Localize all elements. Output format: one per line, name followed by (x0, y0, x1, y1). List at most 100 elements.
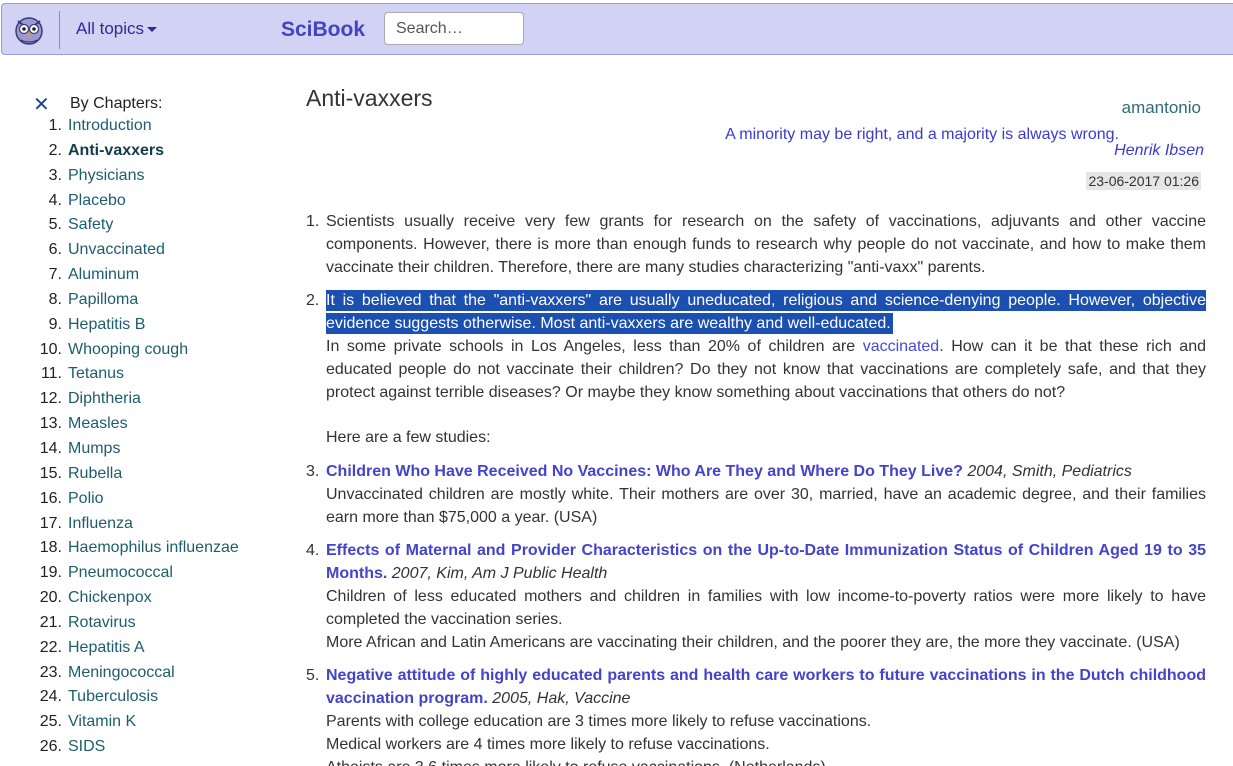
item-text: Scientists usually receive very few gran… (326, 213, 1206, 276)
sidebar-item-vitamin-k[interactable]: 25. Vitamin K (0, 713, 280, 738)
chapter-label[interactable]: Polio (68, 490, 104, 508)
chapter-number: 11. (40, 365, 62, 383)
chapter-number: 21. (39, 613, 62, 631)
study-finding: Atheists are 3.6 times more likely to re… (326, 757, 1206, 766)
chapter-label[interactable]: Diphtheria (68, 390, 141, 408)
chapter-number: 16. (39, 489, 62, 507)
chapter-number: 24. (39, 688, 62, 706)
chapter-number: 7. (48, 266, 62, 284)
chapter-label[interactable]: Measles (68, 415, 128, 433)
item-number: 2. (306, 292, 320, 310)
sidebar-item-diphtheria[interactable]: 12. Diphtheria (0, 390, 280, 415)
item-number: 5. (306, 667, 320, 685)
selected-text: It is believed that the "anti-vaxxers" a… (326, 290, 1206, 335)
item-number: 1. (306, 213, 320, 230)
vaccinated-link[interactable]: vaccinated (863, 338, 940, 355)
chapter-number: 12. (39, 390, 62, 408)
chapters-heading: By Chapters: (70, 95, 163, 112)
sidebar-item-papilloma[interactable]: 8. Papilloma (0, 291, 280, 316)
chapter-label[interactable]: Chickenpox (68, 589, 152, 607)
chapter-label[interactable]: Papilloma (68, 291, 138, 309)
chapter-number: 18. (39, 539, 62, 557)
sidebar-item-hepatitis-b[interactable]: 9. Hepatitis B (0, 316, 280, 341)
chapter-number: 13. (39, 415, 62, 433)
chapter-label[interactable]: Haemophilus influenzae (68, 539, 239, 557)
close-sidebar-icon[interactable]: ✕ (33, 95, 50, 115)
chapter-label[interactable]: SIDS (68, 738, 105, 756)
chapter-label[interactable]: Anti-vaxxers (68, 142, 164, 160)
chapter-label[interactable]: Mumps (68, 440, 120, 458)
chapter-label[interactable]: Whooping cough (68, 341, 188, 359)
sidebar-item-introduction[interactable]: 1. Introduction (0, 117, 280, 142)
chapter-label[interactable]: Pneumococcal (68, 564, 173, 582)
study-finding: Parents with college education are 3 tim… (326, 712, 872, 730)
chapter-label[interactable]: Safety (68, 216, 113, 234)
sidebar-item-hepatitis-a[interactable]: 22. Hepatitis A (0, 639, 280, 664)
sidebar-item-aluminum[interactable]: 7. Aluminum (0, 266, 280, 291)
sidebar-item-polio[interactable]: 16. Polio (0, 490, 280, 515)
sidebar-item-chickenpox[interactable]: 20. Chickenpox (0, 589, 280, 614)
sidebar-item-rotavirus[interactable]: 21. Rotavirus (0, 614, 280, 639)
sidebar-item-physicians[interactable]: 3. Physicians (0, 167, 280, 192)
chapter-label[interactable]: Tuberculosis (68, 688, 158, 706)
chapter-label[interactable]: Tetanus (68, 365, 124, 383)
chapter-label[interactable]: Unvaccinated (68, 241, 165, 259)
sidebar-item-sids[interactable]: 26. SIDS (0, 738, 280, 763)
chapter-number: 17. (39, 514, 62, 532)
item-number: 4. (306, 542, 320, 560)
study-link[interactable]: Negative attitude of highly educated par… (326, 667, 1206, 707)
sidebar-item-meningococcal[interactable]: 23. Meningococcal (0, 664, 280, 689)
owl-logo-icon[interactable] (12, 13, 46, 47)
sidebar-item-tetanus[interactable]: 11. Tetanus (0, 365, 280, 390)
sidebar-item-unvaccinated[interactable]: 6. Unvaccinated (0, 241, 280, 266)
study-citation: 2007, Kim, Am J Public Health (391, 565, 608, 583)
search-input[interactable] (384, 12, 524, 45)
chapter-label[interactable]: Rubella (68, 465, 122, 483)
study-finding: More African and Latin Americans are vac… (326, 633, 1180, 651)
chapter-label[interactable]: Introduction (68, 117, 152, 135)
chapter-number: 26. (39, 738, 62, 756)
study-link[interactable]: Children Who Have Received No Vaccines: … (326, 463, 963, 480)
article-body: 1. Scientists usually receive very few g… (306, 211, 1206, 766)
chapter-number: 15. (39, 464, 62, 482)
chapter-label[interactable]: Hepatitis A (68, 639, 144, 657)
chapter-label[interactable]: Hepatitis B (68, 316, 145, 334)
navbar-divider (59, 11, 60, 49)
chapter-label[interactable]: Meningococcal (68, 664, 175, 682)
sidebar-item-whooping-cough[interactable]: 10. Whooping cough (0, 341, 280, 366)
chapter-number: 20. (39, 589, 62, 607)
study-finding: Unvaccinated children are mostly white. … (326, 485, 1206, 526)
sidebar-item-anti-vaxxers[interactable]: 2. Anti-vaxxers (0, 142, 280, 167)
sidebar-item-influenza[interactable]: 17. Influenza (0, 515, 280, 540)
brand-title[interactable]: SciBook (281, 18, 365, 42)
chapter-label[interactable]: Rotavirus (68, 614, 136, 632)
sidebar-item-placebo[interactable]: 4. Placebo (0, 192, 280, 217)
author-link[interactable]: amantonio (1122, 98, 1201, 118)
chapter-list: 1. Introduction 2. Anti-vaxxers 3. Physicians… (0, 117, 280, 763)
sidebar-item-safety[interactable]: 5. Safety (0, 216, 280, 241)
sidebar-item-rubella[interactable]: 15. Rubella (0, 465, 280, 490)
item-number: 3. (306, 462, 320, 480)
chapter-number: 14. (39, 439, 62, 457)
sidebar-item-measles[interactable]: 13. Measles (0, 415, 280, 440)
sidebar-item-mumps[interactable]: 14. Mumps (0, 440, 280, 465)
chapter-label[interactable]: Placebo (68, 192, 126, 210)
chapter-number: 22. (39, 638, 62, 656)
chapter-number: 3. (48, 166, 62, 184)
study-citation: 2005, Hak, Vaccine (492, 690, 631, 708)
chapter-number: 5. (48, 216, 62, 234)
chapter-label[interactable]: Vitamin K (68, 713, 136, 731)
chapter-number: 9. (48, 315, 62, 333)
chapter-number: 19. (39, 564, 62, 582)
chapter-label[interactable]: Influenza (68, 515, 133, 533)
caret-down-icon (147, 27, 158, 33)
chapter-label[interactable]: Physicians (68, 167, 144, 185)
list-item: 4. Effects of Maternal and Provider Char… (306, 540, 1206, 654)
page-title: Anti-vaxxers (306, 85, 433, 111)
sidebar-item-haemophilus-influenzae[interactable]: 18. Haemophilus influenzae (0, 539, 280, 564)
chapter-number: 8. (48, 290, 62, 308)
sidebar-item-pneumococcal[interactable]: 19. Pneumococcal (0, 564, 280, 589)
sidebar-item-tuberculosis[interactable]: 24. Tuberculosis (0, 688, 280, 713)
all-topics-dropdown[interactable]: All topics (76, 19, 158, 39)
chapter-label[interactable]: Aluminum (68, 266, 139, 284)
